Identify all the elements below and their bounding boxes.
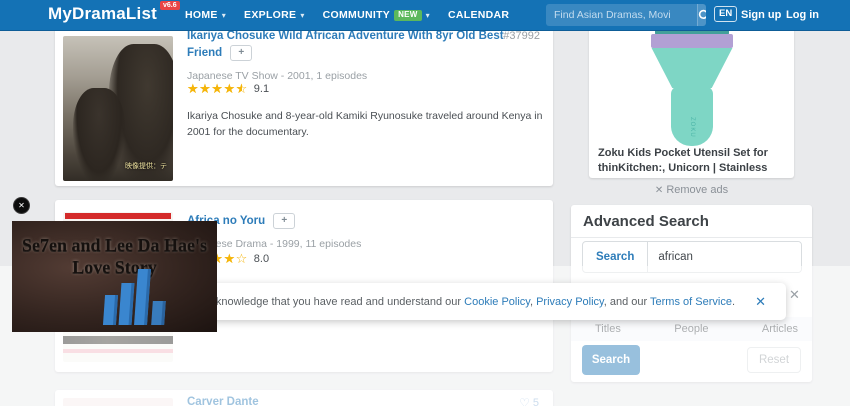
cookie-policy-link[interactable]: Cookie Policy (464, 296, 530, 308)
cookie-close-icon[interactable]: ✕ (755, 294, 770, 310)
result-title: Africa no Yoru + (187, 213, 507, 230)
menu-home-label: HOME (185, 9, 218, 21)
star-rating-icons: ☆☆☆☆☆ ★★★★★ (187, 82, 248, 95)
poster-stripe (65, 213, 171, 219)
result-title: Carver Dante (187, 394, 507, 406)
search-icon (698, 9, 706, 19)
product-image-part: ZOKU (671, 86, 713, 146)
tab-people[interactable]: People (674, 323, 708, 335)
floating-video-player[interactable]: Se7en and Lee Da Hae's Love Story (12, 221, 217, 332)
advanced-search-submit-button[interactable]: Search (582, 345, 640, 375)
result-thumbnail[interactable] (63, 398, 173, 406)
likes-count: 5 (532, 397, 539, 406)
search-button[interactable] (697, 4, 706, 26)
chevron-down-icon: ▾ (425, 10, 430, 20)
logo-bar (134, 269, 151, 325)
result-title-link[interactable]: Carver Dante (187, 396, 259, 406)
result-description: Ikariya Chosuke and 8-year-old Kamiki Ry… (187, 110, 543, 139)
cookie-text-part: . (731, 295, 736, 308)
search-result-card: Carver Dante ♡ 5 (55, 390, 553, 406)
tab-titles[interactable]: Titles (595, 323, 621, 335)
menu-explore-label: EXPLORE (244, 9, 297, 21)
result-thumbnail[interactable]: 映像提供：テ (63, 36, 173, 181)
search-field-tab[interactable]: Search (583, 242, 649, 272)
video-logo-bars (102, 269, 166, 325)
result-rank: #37992 (503, 30, 540, 42)
brand-logo[interactable]: MyDramaList (48, 4, 157, 24)
menu-calendar[interactable]: CALENDAR (448, 9, 509, 21)
terms-of-service-link[interactable]: Terms of Service (650, 296, 732, 308)
cookie-text-part: , and our (603, 295, 651, 308)
rating-value: 9.1 (253, 82, 270, 95)
poster-stripe (63, 349, 173, 353)
thumbnail-caption: 映像提供：テ (125, 163, 167, 170)
logo-bar (151, 301, 166, 325)
add-to-list-button[interactable]: + (230, 45, 253, 62)
tab-articles[interactable]: Articles (762, 323, 798, 335)
rating-row: ☆☆☆☆☆ ★★★★★ 9.1 (187, 82, 269, 95)
advanced-search-reset-button[interactable]: Reset (747, 347, 801, 373)
privacy-policy-link[interactable]: Privacy Policy (536, 296, 604, 308)
site-search-input[interactable] (546, 9, 697, 21)
chevron-down-icon: ▾ (221, 10, 227, 20)
top-navbar: MyDramaList v6.6 HOME ▾ EXPLORE ▾ COMMUNIT… (0, 0, 850, 31)
new-badge: NEW (394, 9, 422, 21)
likes-counter[interactable]: ♡ 5 (519, 396, 539, 406)
video-close-button[interactable]: ✕ (13, 197, 30, 214)
overlay-close-icon[interactable]: ✕ (789, 287, 800, 303)
product-image-part (651, 34, 733, 48)
menu-community-label: COMMUNITY (322, 9, 391, 21)
version-badge: v6.6 (160, 1, 180, 10)
stars-filled: ★★★★★ (187, 82, 243, 95)
advanced-search-title: Advanced Search (571, 205, 812, 238)
remove-ads-label: Remove ads (666, 184, 729, 196)
menu-explore[interactable]: EXPLORE ▾ (244, 9, 305, 21)
rating-value: 8.0 (253, 252, 270, 265)
remove-ads-x-icon: ✕ (654, 185, 664, 196)
product-logo-text: ZOKU (689, 117, 695, 138)
product-image-part (651, 48, 733, 88)
signup-button[interactable]: Sign up (741, 9, 781, 21)
logo-bar (102, 295, 119, 325)
menu-community[interactable]: COMMUNITY NEW ▾ (323, 9, 430, 21)
video-title-line: Se7en and Lee Da Hae's (21, 235, 207, 255)
ad-product-title[interactable]: Zoku Kids Pocket Utensil Set for thinKit… (598, 146, 788, 176)
logo-bar (118, 283, 135, 325)
site-search (546, 4, 706, 26)
poster-stripe (63, 336, 173, 344)
language-button[interactable]: EN (714, 6, 738, 22)
result-title: Ikariya Chosuke Wild African Adventure W… (187, 28, 507, 63)
main-menu: HOME ▾ EXPLORE ▾ COMMUNITY NEW ▾ CALENDAR (185, 0, 509, 30)
advanced-search-input[interactable] (648, 242, 801, 272)
remove-ads-link[interactable]: ✕ Remove ads (571, 184, 812, 196)
chevron-down-icon: ▾ (300, 10, 305, 20)
page: MyDramaList v6.6 HOME ▾ EXPLORE ▾ COMMUNIT… (0, 0, 850, 406)
login-button[interactable]: Log in (786, 9, 819, 21)
advanced-search-tabs: Titles People Articles (571, 317, 812, 341)
menu-home[interactable]: HOME ▾ (185, 9, 226, 21)
advanced-search-field: Search (582, 241, 802, 273)
search-result-card: 映像提供：テ Ikariya Chosuke Wild African Adve… (55, 12, 553, 186)
heart-icon: ♡ (519, 396, 530, 406)
menu-calendar-label: CALENDAR (448, 9, 510, 21)
add-to-list-button[interactable]: + (273, 213, 296, 229)
